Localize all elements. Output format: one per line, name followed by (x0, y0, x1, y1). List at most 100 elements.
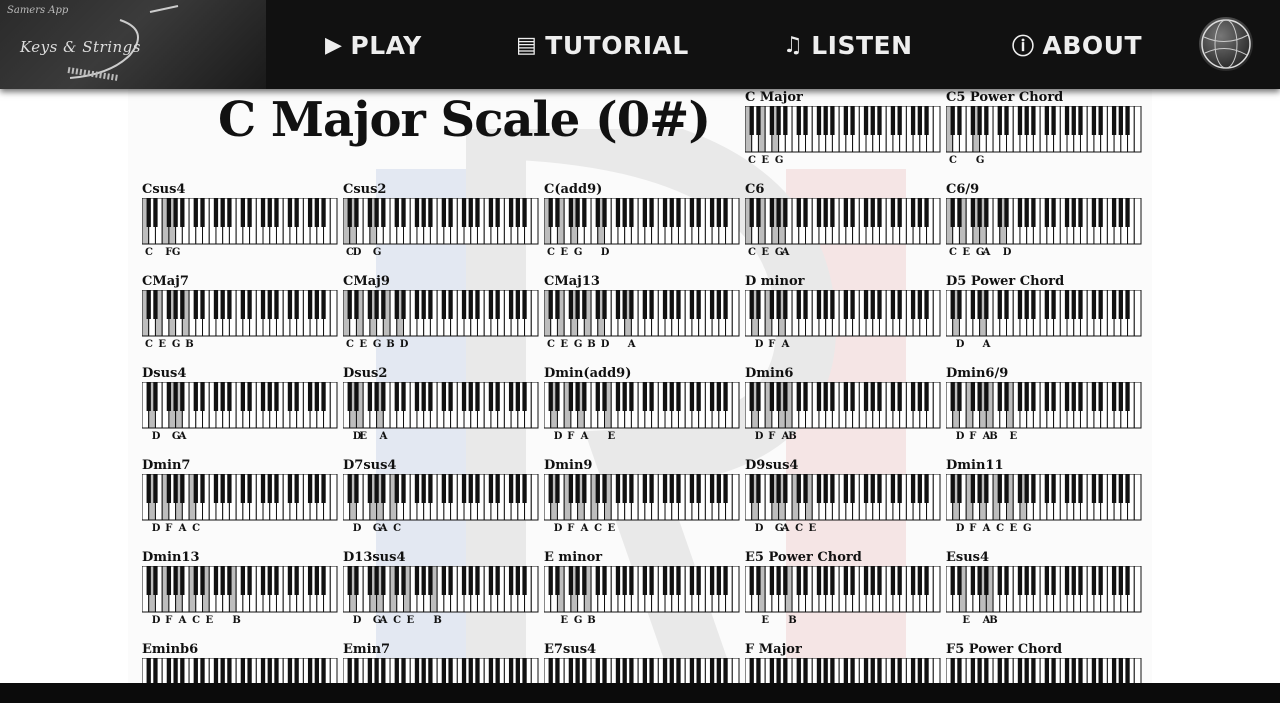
black-key (769, 474, 775, 503)
black-key (783, 382, 788, 411)
chord-diagram[interactable]: Dmin9 D F A C E (544, 458, 740, 540)
chord-diagram[interactable]: Csus4 C F G (142, 182, 338, 264)
black-key (595, 290, 600, 319)
chord-diagram[interactable]: Dmin7 D F A C (142, 458, 338, 540)
nav-about-button[interactable]: ⓘ ABOUT (1012, 28, 1142, 62)
chord-diagram[interactable]: Dmin(add9) D F A E (544, 366, 741, 448)
chord-diagram[interactable]: CMaj9 C E G B D (343, 274, 539, 356)
chord-diagram[interactable]: C5 Power Chord C G (946, 90, 1142, 172)
black-key (367, 566, 373, 595)
chord-diagram[interactable]: Emin7 (343, 642, 539, 683)
globe-icon[interactable] (1199, 17, 1253, 71)
nav-listen-button[interactable]: ♫ LISTEN (783, 28, 913, 62)
black-key (1071, 382, 1076, 411)
chord-diagram[interactable]: Dsus2 D E A (343, 366, 539, 448)
chord-diagram[interactable]: F Major (745, 642, 941, 683)
chord-diagram[interactable]: Dmin6/9 D F A B E (946, 366, 1142, 448)
chord-diagram[interactable]: E7sus4 (544, 642, 740, 683)
black-key (414, 566, 420, 595)
black-key (213, 198, 219, 227)
chord-diagram[interactable]: CMaj13 C E G B D A (544, 274, 740, 356)
black-key (769, 290, 775, 319)
app-logo[interactable]: Samers App Keys & Strings (0, 0, 266, 89)
black-key (381, 198, 386, 227)
black-key (1125, 290, 1130, 319)
piano-keyboard (142, 474, 338, 521)
chord-diagram[interactable]: D5 Power Chord D A (946, 274, 1142, 356)
black-key (468, 290, 473, 319)
black-key (816, 566, 822, 595)
black-key (1064, 474, 1070, 503)
black-key (1044, 382, 1050, 411)
black-key (321, 382, 326, 411)
black-key (274, 382, 279, 411)
chord-notes: DFA E (546, 431, 741, 443)
chord-diagram[interactable]: Dmin6 D F A B (745, 366, 941, 448)
note-label: A (781, 247, 790, 258)
black-key (180, 658, 185, 683)
nav-play-button[interactable]: ▶ PLAY (325, 28, 422, 62)
black-key (749, 198, 754, 227)
note-label: D (955, 523, 965, 534)
note-label: E (560, 615, 569, 626)
black-key (830, 658, 835, 683)
black-key (180, 382, 185, 411)
chord-diagram[interactable]: C6 C E G A (745, 182, 941, 264)
black-key (669, 382, 674, 411)
chord-diagram[interactable]: C(add9) C E G D (544, 182, 740, 264)
black-key (555, 382, 560, 411)
chord-diagram[interactable]: C6/9 C E G A D (946, 182, 1142, 264)
black-key (394, 474, 399, 503)
chord-notes: DGA (144, 431, 339, 443)
black-key (843, 106, 849, 135)
chord-diagram[interactable]: Dsus4 D G A (142, 366, 339, 448)
black-key (803, 198, 808, 227)
black-key (575, 474, 580, 503)
chord-diagram[interactable]: Csus2 C D G (343, 182, 540, 264)
black-key (582, 474, 587, 503)
black-key (769, 382, 775, 411)
black-key (180, 566, 185, 595)
nav-tutorial-button[interactable]: ▤ TUTORIAL (516, 28, 689, 62)
note-label: E (761, 247, 770, 258)
black-key (756, 566, 761, 595)
chord-diagram[interactable]: Dmin11 D F A C E G (946, 458, 1142, 540)
black-key (897, 106, 902, 135)
black-key (548, 198, 553, 227)
black-key (347, 382, 352, 411)
black-key (897, 198, 902, 227)
black-key (669, 474, 674, 503)
black-key (294, 382, 299, 411)
black-key (1111, 106, 1117, 135)
black-key (247, 290, 252, 319)
chord-diagram[interactable]: CMaj7 C E G B (142, 274, 338, 356)
chord-diagram[interactable]: Dmin13 D F A C E B (142, 550, 338, 632)
white-key (530, 474, 539, 521)
note-label: E (761, 155, 770, 166)
chord-diagram[interactable]: Eminb6 (142, 642, 338, 683)
chord-diagram[interactable]: E minor E G B (544, 550, 740, 632)
black-key (1017, 566, 1023, 595)
black-key (166, 658, 172, 683)
chord-diagram[interactable]: D9sus4 D G A C E (745, 458, 941, 540)
black-key (227, 382, 232, 411)
chord-diagram[interactable]: C Major C E G (745, 90, 941, 172)
chord-diagram[interactable]: F5 Power Chord (946, 642, 1142, 683)
black-key (428, 198, 433, 227)
piano-keyboard (142, 658, 338, 683)
chord-notes: CDG (345, 247, 540, 259)
note-label: A (178, 431, 187, 442)
black-key (622, 658, 627, 683)
black-key (830, 566, 835, 595)
book-icon: ▤ (516, 32, 538, 58)
chord-diagram[interactable]: D13sus4 D G A C E B (343, 550, 539, 632)
black-key (354, 474, 359, 503)
chord-diagram[interactable]: E5 Power Chord E B (745, 550, 941, 632)
chord-diagram[interactable]: D7sus4 D G A C (343, 458, 539, 540)
black-key (1004, 382, 1009, 411)
chord-diagram[interactable]: D minor D F A (745, 274, 941, 356)
chord-diagram[interactable]: Esus4 E A B (946, 550, 1142, 632)
black-key (213, 658, 219, 683)
black-key (689, 198, 695, 227)
note-label: D (955, 339, 965, 350)
